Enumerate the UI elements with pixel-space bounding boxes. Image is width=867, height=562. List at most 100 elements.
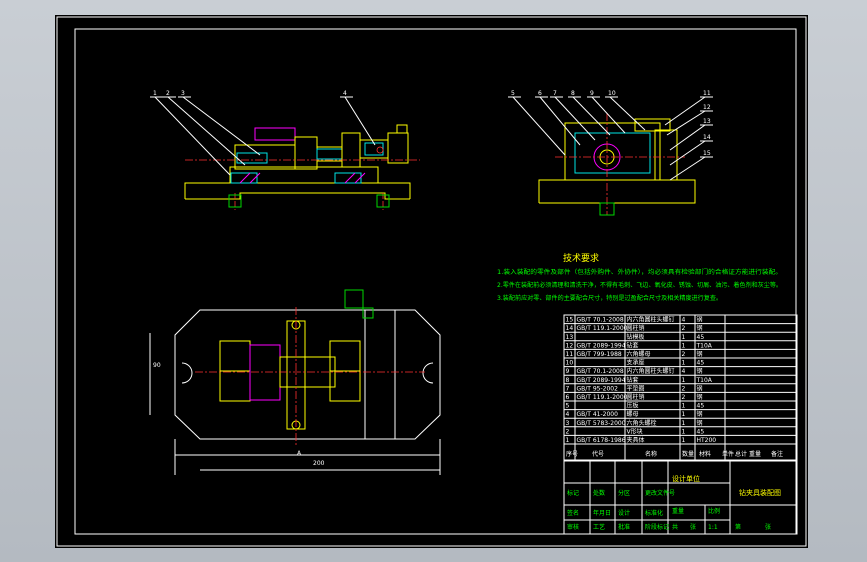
bom-cell: 14 (566, 325, 574, 332)
bom-cell: GB/T 95-2002 (577, 385, 619, 392)
part-balloon-label: 15 (703, 150, 711, 157)
bom-header-cell: 单件 (722, 450, 734, 458)
part-balloon-label: 7 (553, 90, 557, 97)
bom-cell: 压板 (627, 402, 639, 410)
part-balloon-label: 4 (343, 90, 347, 97)
bom-header-cell: 代号 (592, 450, 604, 458)
drawing-sheet: 90 200 A 技术要求 1.装入装配的零件及部件（包括外购件、外协件），均必… (55, 15, 808, 548)
bom-cell: 1 (682, 334, 686, 341)
title-block-cell: 第 (735, 523, 741, 531)
bom-cell: 1 (566, 437, 570, 444)
title-block-cell: 年月日 (593, 509, 611, 517)
bom-cell: 1 (682, 342, 686, 349)
bom-header-cell: 备注 (771, 450, 783, 458)
leader-line (666, 110, 706, 136)
bom-cell: GB/T 6178-1986 (577, 437, 626, 444)
part-balloon-label: 13 (703, 118, 711, 125)
bom-cell: 9 (566, 368, 570, 375)
bom-cell: 1 (682, 411, 686, 418)
bom-cell: 1 (682, 360, 686, 367)
bom-cell: GB/T 5783-2000 (577, 420, 626, 427)
bom-table: 15 GB/T 70.1-2008 内六角圆柱头螺钉 4 钢14 GB/T 119.1-2… (563, 314, 798, 461)
bom-cell: 内六角圆柱头螺钉 (627, 316, 675, 324)
title-block-drawing-name: 钻夹具装配图 (739, 488, 781, 497)
leader-line (609, 96, 646, 131)
bom-cell: 11 (566, 351, 574, 358)
bom-cell: 螺母 (627, 410, 639, 418)
bom-cell: 7 (566, 385, 570, 392)
bom-cell: HT200 (697, 437, 717, 444)
part-balloon-label: 11 (703, 90, 711, 97)
part-balloon-label: 2 (166, 90, 170, 97)
title-block-cell: 批准 (618, 523, 630, 531)
part-balloon-label: 10 (608, 90, 616, 97)
bom-cell: 钢 (697, 324, 703, 332)
bom-cell: 45 (697, 360, 705, 367)
bom-cell: 45 (697, 334, 705, 341)
bom-cell: 2 (682, 394, 686, 401)
leader-line (154, 96, 231, 176)
part-balloon-label: 6 (538, 90, 542, 97)
bom-cell: V形块 (627, 427, 643, 435)
bom-cell: 钢 (697, 393, 703, 401)
part-balloon-label: 9 (590, 90, 594, 97)
dim-width: 200 (313, 460, 325, 467)
bom-header-cell: 名称 (645, 450, 657, 458)
top-view (149, 289, 441, 475)
bom-cell: GB/T 119.1-2000 (577, 394, 628, 401)
bom-cell: 平垫圈 (627, 384, 645, 392)
title-block-cell: 标准化 (645, 509, 663, 517)
part-balloon-label: 1 (153, 90, 157, 97)
bom-cell: 1 (682, 420, 686, 427)
bom-header-cell: 序号 (566, 450, 578, 458)
leader-line (539, 96, 581, 146)
bom-cell: 5 (566, 403, 570, 410)
tech-requirements-title: 技术要求 (563, 252, 599, 264)
title-block-cell: 张 (690, 523, 696, 531)
front-view (184, 124, 420, 210)
bom-cell: 2 (682, 351, 686, 358)
bom-cell: 钢 (697, 419, 703, 427)
bom-cell: GB/T 2089-1994 (577, 342, 626, 349)
bom-cell: 2 (682, 325, 686, 332)
bom-cell: GB/T 70.1-2008 (577, 368, 624, 375)
bom-cell: GB/T 41-2000 (577, 411, 619, 418)
leader-line (669, 156, 706, 181)
bom-cell: GB/T 2089-1994 (577, 377, 626, 384)
bom-cell: 4 (566, 411, 570, 418)
bom-cell: 1 (682, 377, 686, 384)
bom-cell: 钻模板 (627, 333, 645, 341)
bom-cell: GB/T 799-1988 (577, 351, 622, 358)
title-block-cell: 阶段标记 (645, 523, 669, 531)
leader-line (591, 96, 626, 134)
bom-cell: 13 (566, 334, 574, 341)
bom-cell: 8 (566, 377, 570, 384)
part-balloon-label: 8 (571, 90, 575, 97)
title-block-cell: 处数 (593, 489, 605, 497)
tech-requirement-3: 3.装配前应对零、部件的主要配合尺寸，特别是过盈配合尺寸及相关精度进行复查。 (497, 294, 722, 302)
bom-cell: T10A (696, 342, 713, 349)
bom-cell: 钢 (697, 410, 703, 418)
title-block-cell: 共 (672, 523, 678, 531)
bom-cell: 钢 (697, 316, 703, 324)
dim-height: 90 (153, 362, 161, 369)
leader-line (167, 96, 246, 166)
tech-requirement-1: 1.装入装配的零件及部件（包括外购件、外协件），均必须具有检验部门的合格证方能进… (497, 268, 782, 276)
bom-cell: 内六角圆柱头螺钉 (627, 367, 675, 375)
bom-cell: GB/T 70.1-2008 (577, 317, 624, 324)
bom-cell: 6 (566, 394, 570, 401)
title-block-cell: 工艺 (593, 523, 605, 531)
bom-cell: 3 (566, 420, 570, 427)
bom-cell: 1 (682, 428, 686, 435)
part-balloon-label: 14 (703, 134, 711, 141)
bom-cell: 4 (682, 317, 686, 324)
bom-cell: 2 (682, 385, 686, 392)
bom-cell: 六角头螺栓 (627, 419, 657, 427)
bom-header-cell: 总计 (735, 450, 747, 458)
leader-line (669, 140, 706, 166)
bom-cell: 2 (566, 428, 570, 435)
tech-requirements: 技术要求 1.装入装配的零件及部件（包括外购件、外协件），均必须具有检验部门的合… (497, 252, 782, 302)
bom-cell: 45 (697, 428, 705, 435)
cad-drawing: 90 200 A 技术要求 1.装入装配的零件及部件（包括外购件、外协件），均必… (56, 16, 807, 547)
leader-line (182, 96, 261, 156)
